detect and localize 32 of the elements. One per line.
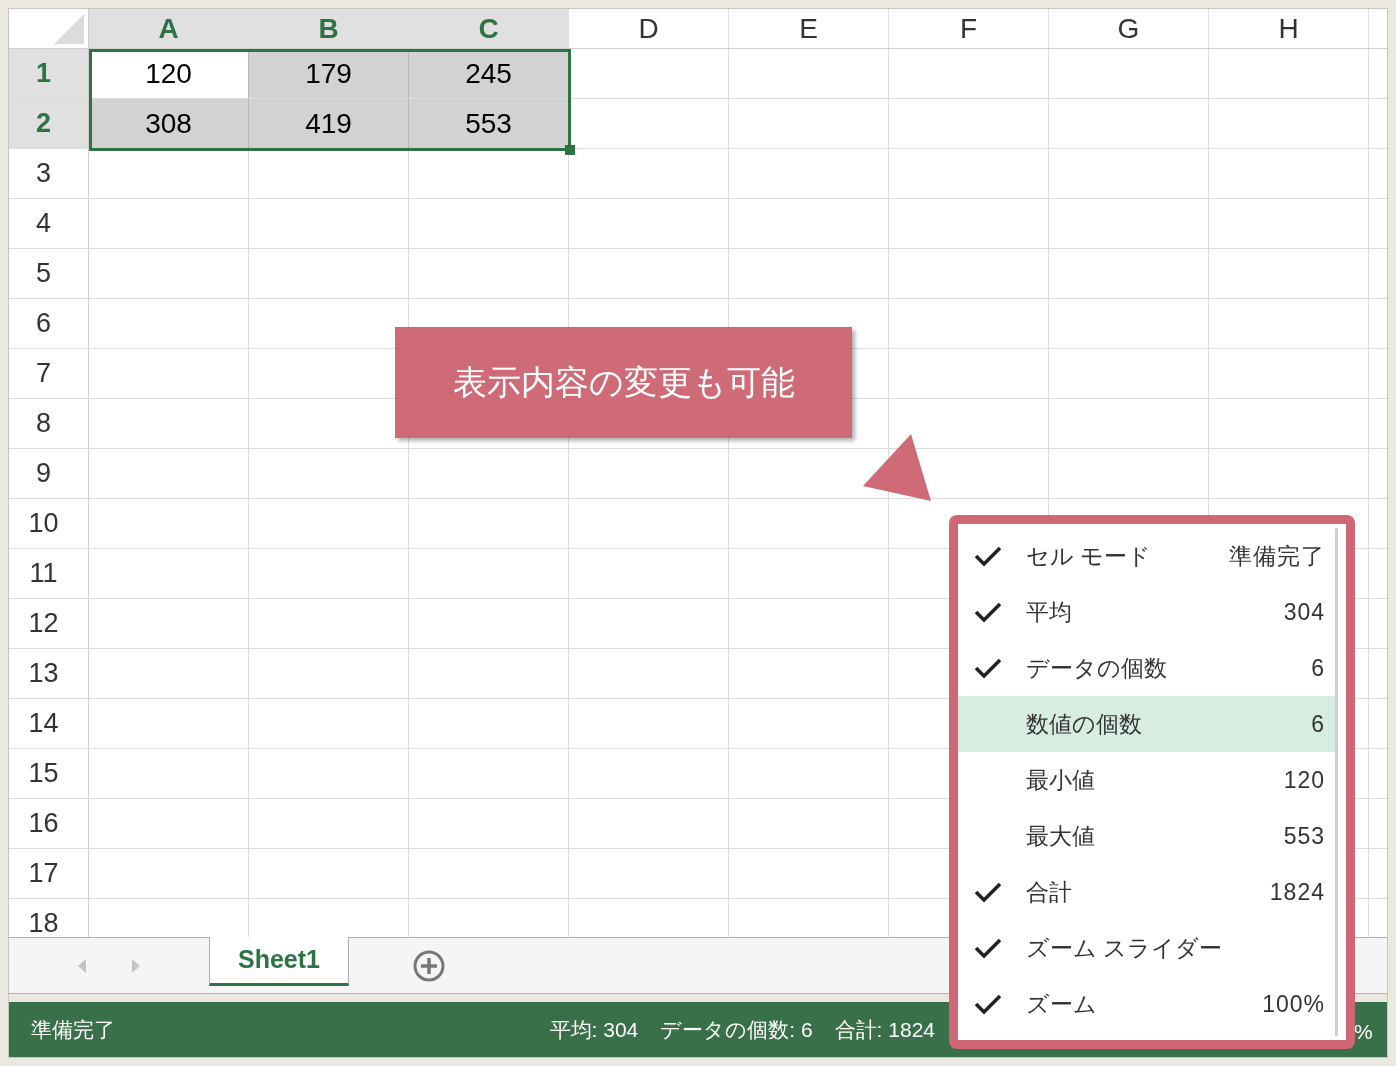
sheet-tab[interactable]: Sheet1 — [209, 937, 349, 987]
status-summary: データの個数: 6 — [660, 1016, 813, 1043]
callout-box: 表示内容の変更も可能 — [395, 327, 852, 438]
menu-item-value: 準備完了 — [1229, 541, 1325, 571]
menu-item[interactable]: 数値の個数 6 — [958, 696, 1335, 752]
menu-item-value: 6 — [1311, 653, 1325, 683]
left-arrow-icon[interactable] — [77, 957, 87, 974]
menu-item-value: 1824 — [1269, 877, 1325, 907]
menu-item-value: 304 — [1283, 597, 1325, 627]
menu-item-value: 100% — [1262, 989, 1325, 1019]
table-cell[interactable]: 308 — [89, 99, 249, 148]
menu-item-value: 553 — [1283, 821, 1325, 851]
status-summary: 平均: 304 — [549, 1016, 639, 1043]
menu-item-value: 120 — [1283, 765, 1325, 795]
table-cell[interactable]: 419 — [249, 99, 409, 148]
right-arrow-icon[interactable] — [131, 957, 141, 974]
table-cell[interactable]: 553 — [409, 99, 569, 148]
row-header[interactable]: 1 — [9, 49, 89, 98]
row-header[interactable]: 2 — [9, 99, 89, 148]
fill-handle[interactable] — [565, 145, 575, 155]
select-all-corner-icon[interactable] — [54, 14, 84, 44]
menu-item-value: 6 — [1311, 709, 1325, 739]
column-header[interactable]: C — [409, 9, 569, 48]
column-header[interactable]: B — [249, 9, 409, 48]
status-summary: 合計: 1824 — [834, 1016, 935, 1043]
zoom-percent: % — [1354, 1019, 1373, 1045]
callout-pointer — [861, 433, 933, 503]
table-cell[interactable]: 179 — [249, 49, 409, 98]
add-sheet-icon[interactable] — [413, 949, 445, 982]
column-header[interactable]: A — [89, 9, 249, 48]
table-cell[interactable]: 245 — [409, 49, 569, 98]
status-mode: 準備完了 — [31, 1016, 115, 1043]
